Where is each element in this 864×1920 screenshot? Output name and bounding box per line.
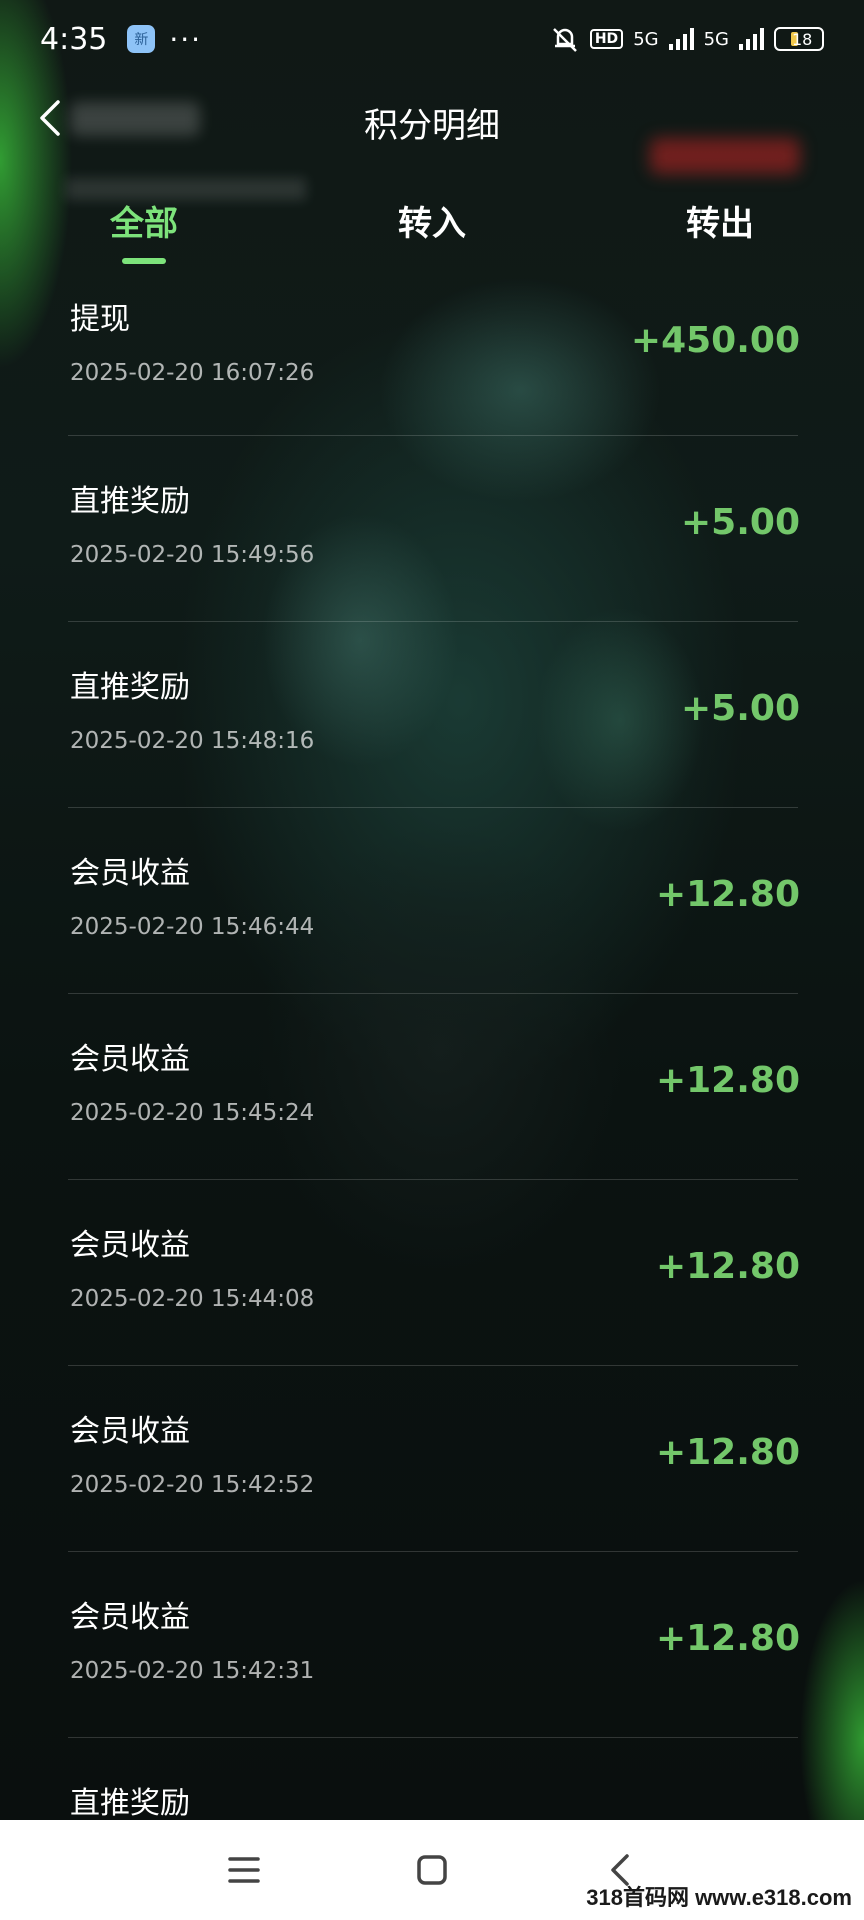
record-title: 会员收益	[70, 1414, 190, 1449]
signal-icon-2	[739, 28, 764, 50]
tab-bar: 全部 转入 转出	[0, 178, 864, 268]
battery-icon: 18	[774, 27, 824, 51]
status-bar: 4:35 新 ··· HD 5G 5G 18	[0, 0, 864, 78]
list-item[interactable]: 会员收益 2025-02-20 15:42:31 +12.80	[68, 1552, 800, 1738]
list-item[interactable]: 直推奖励 2025-02-20 15:48:16 +5.00	[68, 622, 800, 808]
watermark: 318首码网 www.e318.com	[586, 1885, 852, 1910]
record-title: 会员收益	[70, 1228, 190, 1263]
square-home-icon	[417, 1855, 447, 1885]
record-amount: +12.80	[655, 1246, 800, 1287]
record-title: 直推奖励	[70, 484, 190, 519]
list-item[interactable]: 会员收益 2025-02-20 15:46:44 +12.80	[68, 808, 800, 994]
home-button[interactable]	[412, 1850, 452, 1890]
record-title: 提现	[70, 302, 130, 337]
header: 积分明细	[0, 78, 864, 200]
record-time: 2025-02-20 15:44:08	[70, 1286, 315, 1312]
list-item[interactable]: 会员收益 2025-02-20 15:44:08 +12.80	[68, 1180, 800, 1366]
signal-icon	[668, 28, 694, 50]
record-time: 2025-02-20 15:49:56	[70, 542, 315, 568]
record-title: 会员收益	[70, 1042, 190, 1077]
list-item[interactable]: 会员收益 2025-02-20 15:45:24 +12.80	[68, 994, 800, 1180]
list-item[interactable]: 提现 2025-02-20 16:07:26 +450.00	[68, 280, 800, 436]
record-title: 直推奖励	[70, 670, 190, 705]
more-notifications-icon: ···	[169, 22, 203, 56]
record-time: 2025-02-20 15:46:44	[70, 914, 315, 940]
record-title: 会员收益	[70, 1600, 190, 1635]
record-time: 2025-02-20 15:48:16	[70, 728, 315, 754]
battery-level: 18	[792, 29, 813, 49]
app-notification-icon: 新	[127, 25, 156, 53]
tab-transfer-out[interactable]: 转出	[640, 196, 800, 245]
menu-icon	[228, 1857, 260, 1883]
record-title: 直推奖励	[70, 1786, 190, 1821]
record-amount: +5.00	[681, 688, 800, 729]
record-amount: +12.80	[655, 874, 800, 915]
record-amount: +12.80	[655, 1618, 800, 1659]
system-navigation-bar: 318首码网 www.e318.com	[0, 1820, 864, 1920]
network-type-2: 5G	[703, 28, 729, 50]
record-time: 2025-02-20 16:07:26	[70, 360, 315, 386]
tab-all[interactable]: 全部	[64, 196, 224, 245]
status-time: 4:35	[40, 21, 108, 57]
tab-transfer-in[interactable]: 转入	[352, 196, 512, 245]
list-item[interactable]: 直推奖励 2025-02-20 15:49:56 +5.00	[68, 436, 800, 622]
record-amount: +12.80	[655, 1432, 800, 1473]
page-title: 积分明细	[364, 106, 500, 146]
record-time: 2025-02-20 15:45:24	[70, 1100, 315, 1126]
record-amount: +12.80	[655, 1060, 800, 1101]
status-indicators: HD 5G 5G 18	[550, 24, 824, 54]
mute-bell-icon	[552, 28, 577, 52]
active-tab-indicator	[122, 258, 166, 264]
record-amount: +5.00	[681, 502, 800, 543]
record-title: 会员收益	[70, 856, 190, 891]
list-item[interactable]: 会员收益 2025-02-20 15:42:52 +12.80	[68, 1366, 800, 1552]
record-time: 2025-02-20 15:42:52	[70, 1472, 315, 1498]
hd-voice-icon: HD	[589, 29, 624, 49]
record-time: 2025-02-20 15:42:31	[70, 1658, 315, 1684]
record-amount: +450.00	[630, 320, 800, 361]
recent-apps-button[interactable]	[224, 1850, 264, 1890]
network-type-1: 5G	[633, 28, 659, 50]
points-record-list: 提现 2025-02-20 16:07:26 +450.00 直推奖励 2025…	[68, 280, 800, 1920]
